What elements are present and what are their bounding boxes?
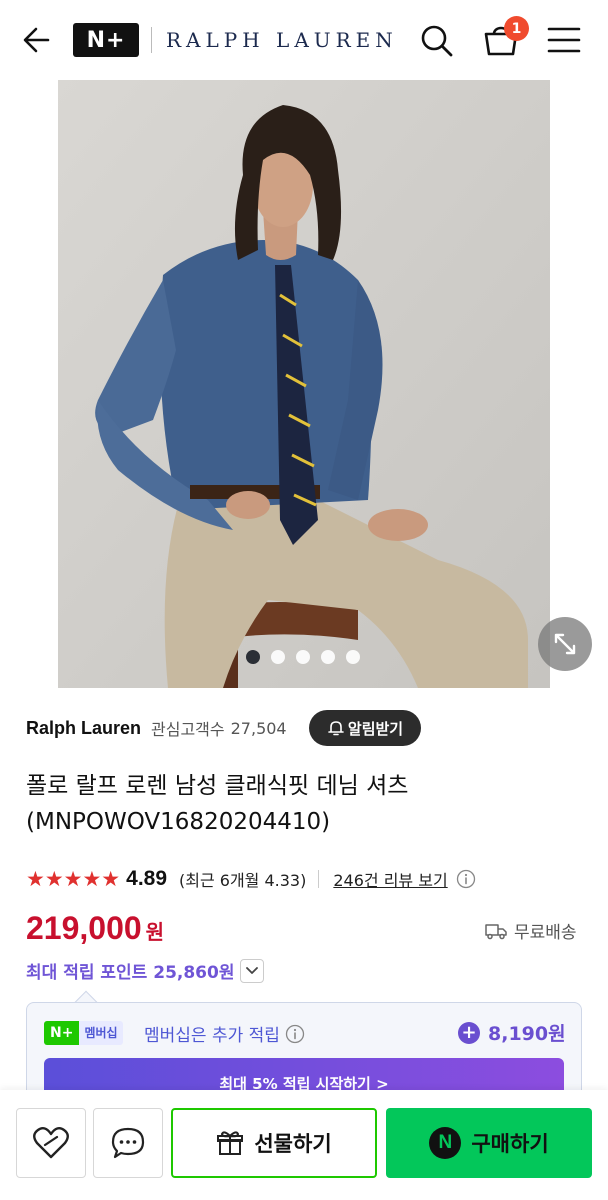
ralph-lauren-logo[interactable]: RALPH LAUREN xyxy=(166,26,398,54)
pagination-dot[interactable] xyxy=(271,650,285,664)
bell-plus-icon xyxy=(328,721,344,736)
buy-button[interactable]: N 구매하기 xyxy=(386,1108,592,1178)
rating-row: ★★★★★ 4.89 (최근 6개월 4.33) 246건 리뷰 보기 xyxy=(26,864,586,894)
max-points-text: 최대 적립 포인트 25,860원 xyxy=(26,963,235,983)
rating-divider xyxy=(318,870,320,888)
naver-pay-icon: N xyxy=(429,1127,462,1159)
menu-button[interactable] xyxy=(545,22,583,58)
info-icon[interactable] xyxy=(285,1024,305,1044)
info-icon[interactable] xyxy=(456,869,476,889)
membership-text: 멤버십은 추가 적립 xyxy=(144,1021,305,1046)
chevron-down-icon xyxy=(246,966,259,974)
product-title: 폴로 랄프 로렌 남성 클래식핏 데님 셔츠 (MNPOWOV168202044… xyxy=(26,768,586,840)
plus-circle-icon: + xyxy=(458,1021,480,1044)
followers-label: 관심고객수 xyxy=(151,720,225,739)
membership-bonus: + 8,190원 xyxy=(458,1019,566,1046)
shipping-label: 무료배송 xyxy=(514,923,577,943)
top-header: N+ RALPH LAUREN 1 xyxy=(0,0,608,80)
pagination-dot[interactable] xyxy=(321,650,335,664)
menu-icon xyxy=(547,27,581,53)
brand-name[interactable]: Ralph Lauren xyxy=(26,718,141,739)
followers-count: 27,504 xyxy=(230,718,287,738)
chat-bubble-icon xyxy=(111,1127,145,1159)
membership-badge-np: N+ xyxy=(44,1021,80,1045)
cart-count-badge: 1 xyxy=(504,16,529,41)
review-link[interactable]: 246건 리뷰 보기 xyxy=(333,867,447,891)
price-currency: 원 xyxy=(145,920,165,944)
expand-icon xyxy=(554,633,576,655)
alarm-button[interactable]: 알림받기 xyxy=(309,710,421,746)
product-image[interactable] xyxy=(58,80,550,688)
gift-icon xyxy=(217,1131,244,1155)
rating-value: 4.89 xyxy=(126,867,168,890)
product-title-line1: 폴로 랄프 로렌 남성 클래식핏 데님 셔츠 xyxy=(26,773,409,799)
shipping-info: 무료배송 xyxy=(484,918,577,943)
membership-badge: N+ 멤버십 xyxy=(44,1021,123,1045)
alarm-label: 알림받기 xyxy=(347,719,404,738)
rating-stars: ★★★★★ xyxy=(26,867,121,891)
points-expand-button[interactable] xyxy=(240,958,265,983)
brand-row: Ralph Lauren 관심고객수 27,504 xyxy=(26,710,586,746)
recent-rating: (최근 6개월 4.33) xyxy=(179,871,307,890)
back-button[interactable] xyxy=(18,20,58,60)
buy-label: 구매하기 xyxy=(471,1132,549,1156)
price-value: 219,000 xyxy=(26,910,142,946)
product-photo xyxy=(58,80,550,688)
membership-text-label: 멤버십은 추가 적립 xyxy=(144,1026,280,1046)
price-row: 219,000 원 xyxy=(26,910,164,950)
membership-badge-label: 멤버십 xyxy=(79,1021,123,1045)
nplus-logo[interactable]: N+ xyxy=(73,23,139,57)
truck-icon xyxy=(485,923,507,939)
pagination-dot[interactable] xyxy=(296,650,310,664)
pagination-dot[interactable] xyxy=(246,650,260,664)
gift-button[interactable]: 선물하기 xyxy=(171,1108,377,1178)
image-pagination xyxy=(246,650,360,664)
gift-label: 선물하기 xyxy=(254,1132,332,1156)
points-row[interactable]: 최대 적립 포인트 25,860원 xyxy=(26,958,265,983)
heart-icon xyxy=(33,1127,69,1159)
membership-bonus-amount: 8,190원 xyxy=(488,1023,566,1045)
search-icon xyxy=(421,25,453,57)
search-button[interactable] xyxy=(416,20,456,60)
expand-image-button[interactable] xyxy=(538,617,592,671)
pagination-dot[interactable] xyxy=(346,650,360,664)
arrow-left-icon xyxy=(23,27,50,53)
talktalk-button[interactable] xyxy=(93,1108,163,1178)
product-title-line2: (MNPOWOV16820204410) xyxy=(26,809,331,835)
header-divider xyxy=(151,27,152,53)
wishlist-button[interactable] xyxy=(16,1108,86,1178)
